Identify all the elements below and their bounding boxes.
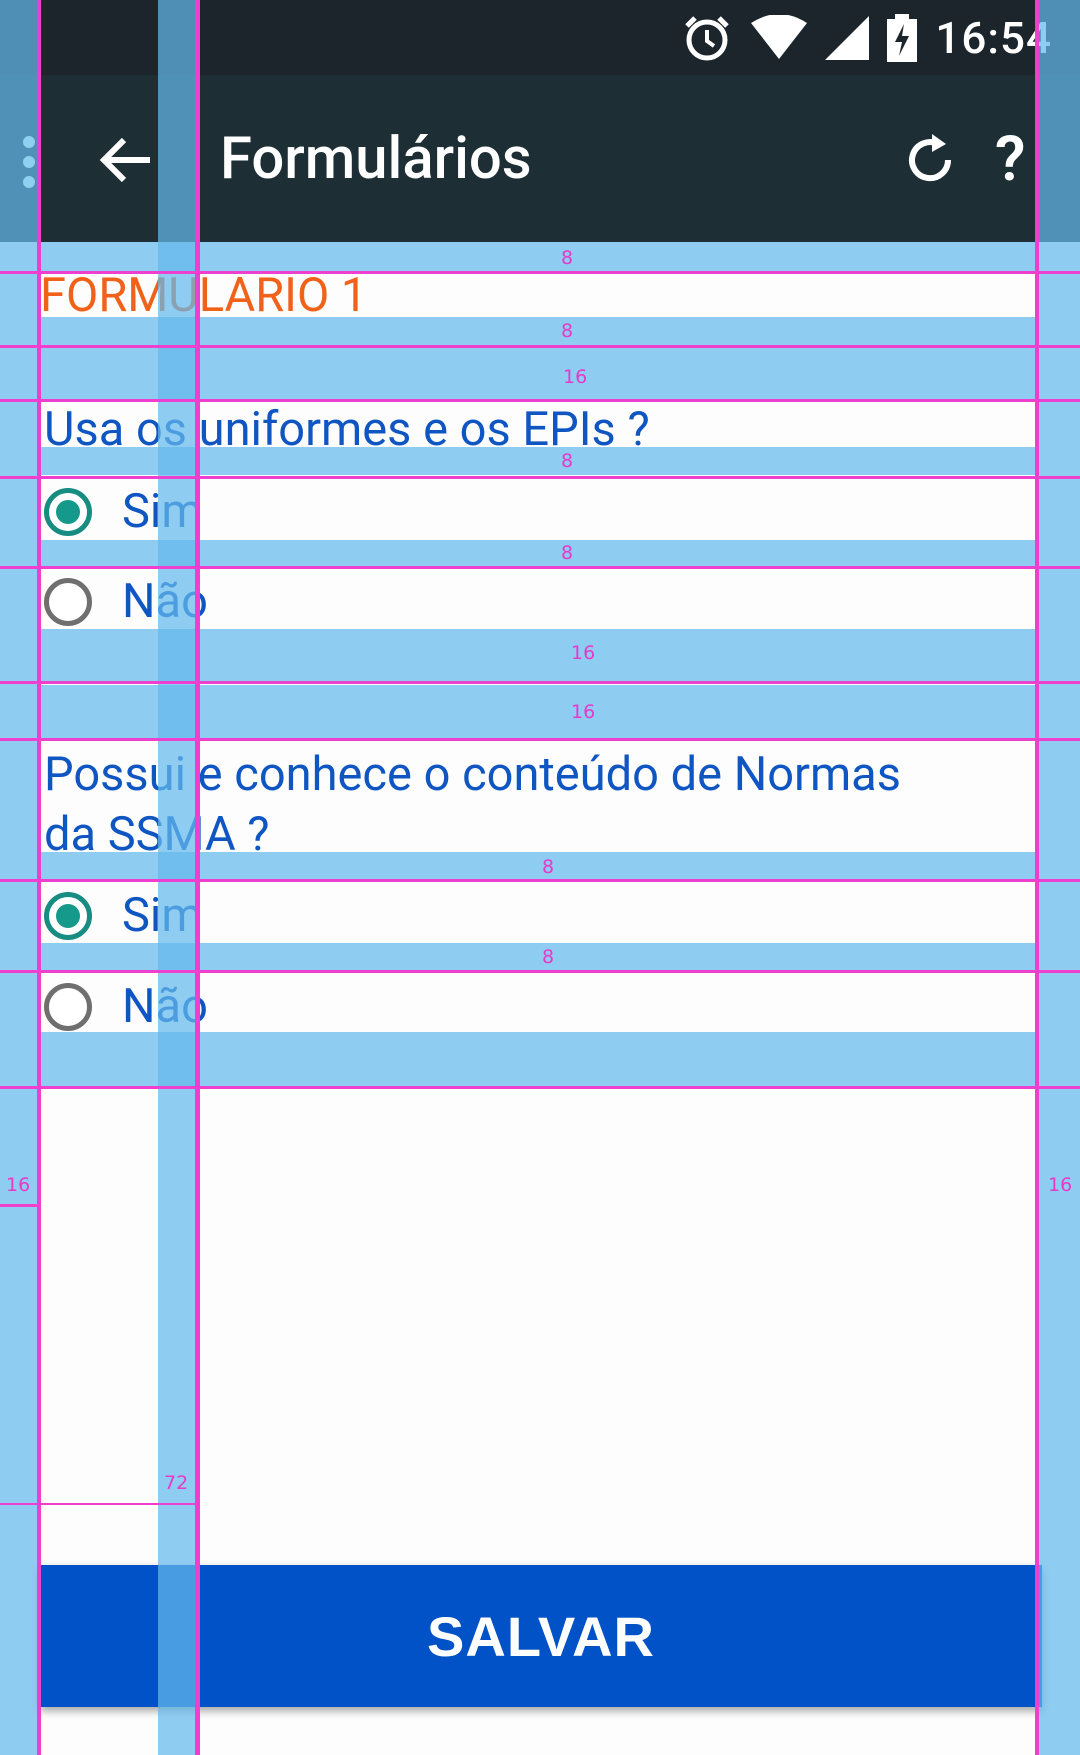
battery-charging-icon	[887, 13, 918, 62]
bounds-label: 16	[6, 1174, 31, 1196]
overflow-dots-icon	[23, 136, 35, 188]
alarm-icon	[685, 15, 730, 60]
bounds-label: 16	[1048, 1174, 1073, 1196]
bounds-label: 16	[563, 366, 588, 388]
bounds-label: 72	[164, 1472, 189, 1494]
page-title: Formulários	[220, 125, 532, 193]
help-button[interactable]: ?	[995, 123, 1026, 196]
refresh-icon[interactable]	[900, 130, 960, 190]
back-arrow-icon[interactable]	[96, 130, 156, 190]
bounds-label: 8	[561, 450, 574, 472]
bounds-label: 8	[561, 542, 574, 564]
wifi-icon	[751, 14, 808, 59]
bounds-label: 16	[571, 701, 596, 723]
form-title: FORMULARIO 1	[40, 268, 368, 323]
bounds-label: 8	[542, 856, 555, 878]
bounds-label: 16	[571, 642, 596, 664]
radio-selected-icon[interactable]	[44, 487, 92, 536]
cell-signal-icon	[825, 15, 870, 60]
radio-unselected-icon[interactable]	[44, 982, 92, 1031]
radio-unselected-icon[interactable]	[44, 577, 92, 626]
bounds-label: 8	[542, 946, 555, 968]
bounds-label: 8	[561, 320, 574, 342]
bounds-label: 8	[561, 247, 574, 269]
radio-selected-icon[interactable]	[44, 891, 92, 940]
